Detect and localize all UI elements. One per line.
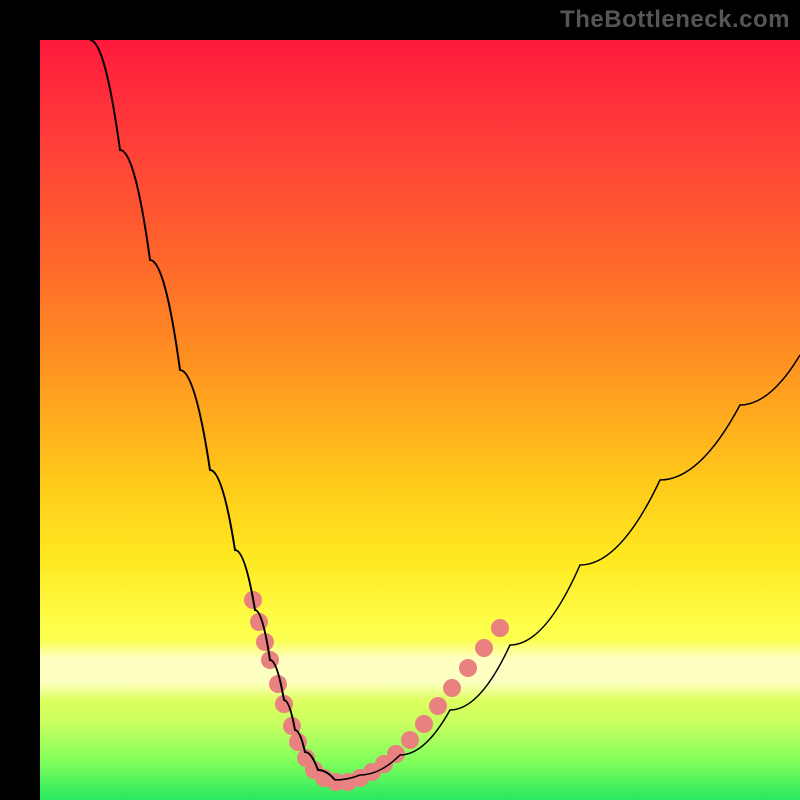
watermark-text: TheBottleneck.com: [560, 6, 790, 34]
blob-marker: [269, 675, 287, 693]
blob-marker: [429, 697, 447, 715]
blob-marker: [401, 731, 419, 749]
blob-layer: [244, 591, 509, 791]
blob-marker: [459, 659, 477, 677]
chart-frame: TheBottleneck.com: [0, 0, 800, 800]
blob-marker: [475, 639, 493, 657]
curve-left: [90, 40, 335, 780]
blob-marker: [415, 715, 433, 733]
blob-marker: [387, 745, 405, 763]
blob-marker: [250, 613, 268, 631]
plot-area: [40, 40, 800, 800]
curve-svg: [40, 40, 800, 800]
blob-marker: [443, 679, 461, 697]
curve-right: [335, 355, 800, 780]
blob-marker: [491, 619, 509, 637]
